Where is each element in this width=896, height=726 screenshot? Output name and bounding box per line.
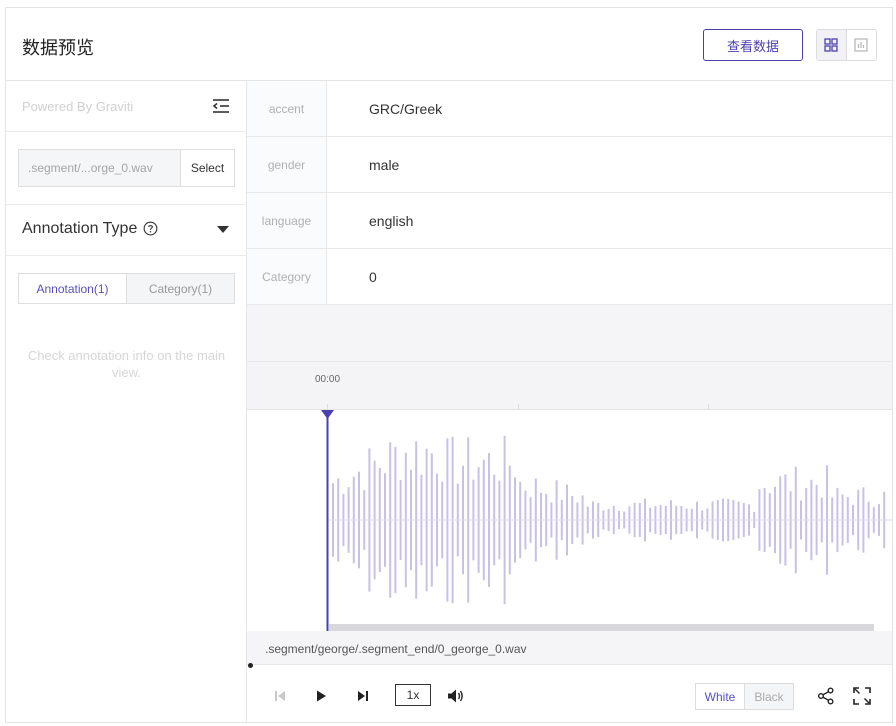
player-controls: 1x White Black bbox=[247, 671, 892, 722]
header: 数据预览 查看数据 bbox=[6, 8, 894, 81]
play-icon bbox=[317, 690, 326, 702]
file-selector-row: .segment/...orge_0.wav Select bbox=[6, 132, 246, 205]
metadata-row: language english bbox=[247, 193, 892, 249]
annotation-type-dropdown[interactable]: Annotation Type bbox=[6, 205, 246, 256]
metadata-key: gender bbox=[247, 137, 327, 192]
waveform-area[interactable] bbox=[247, 410, 892, 631]
skip-end-button[interactable] bbox=[353, 686, 373, 706]
progress-handle[interactable] bbox=[248, 663, 253, 668]
metadata-row: accent GRC/Greek bbox=[247, 81, 892, 137]
preview-panel: 数据预览 查看数据 Powered By Graviti .segment/..… bbox=[5, 7, 894, 723]
annotation-tabs: Annotation(1) Category(1) bbox=[18, 273, 235, 304]
chart-view-button[interactable] bbox=[847, 30, 876, 60]
page-title: 数据预览 bbox=[22, 38, 94, 59]
theme-white-button[interactable]: White bbox=[696, 684, 745, 709]
select-file-button[interactable]: Select bbox=[180, 149, 235, 187]
time-start-label: 00:00 bbox=[315, 374, 341, 385]
share-icon bbox=[818, 687, 834, 705]
sidebar: Powered By Graviti .segment/...orge_0.wa… bbox=[6, 81, 247, 722]
file-path-input[interactable]: .segment/...orge_0.wav bbox=[18, 149, 180, 187]
metadata-key: accent bbox=[247, 81, 327, 136]
share-button[interactable] bbox=[816, 686, 836, 706]
volume-button[interactable] bbox=[446, 686, 466, 706]
view-mode-toggle bbox=[816, 29, 877, 61]
timeline-ruler[interactable]: 00:00 bbox=[247, 362, 892, 410]
grid-view-icon bbox=[824, 38, 838, 52]
metadata-key: Category bbox=[247, 249, 327, 304]
caret-down-icon bbox=[217, 226, 229, 233]
annotation-type-label: Annotation Type bbox=[22, 220, 138, 237]
tab-category[interactable]: Category(1) bbox=[127, 274, 234, 303]
skip-end-icon bbox=[358, 691, 368, 701]
metadata-row: gender male bbox=[247, 137, 892, 193]
playback-speed[interactable]: 1x bbox=[395, 684, 431, 706]
volume-icon bbox=[448, 689, 463, 703]
help-icon[interactable] bbox=[143, 221, 158, 236]
playhead-marker bbox=[321, 410, 334, 419]
skip-start-icon bbox=[275, 691, 285, 701]
metadata-row: Category 0 bbox=[247, 249, 892, 305]
grid-view-button[interactable] bbox=[817, 30, 847, 60]
powered-row: Powered By Graviti bbox=[6, 81, 246, 132]
chart-view-icon bbox=[854, 38, 868, 52]
fullscreen-icon bbox=[853, 687, 871, 705]
view-data-button[interactable]: 查看数据 bbox=[703, 29, 803, 61]
main-view: accent GRC/Greek gender male language en… bbox=[247, 81, 892, 722]
skip-start-button[interactable] bbox=[270, 686, 290, 706]
waveform[interactable] bbox=[247, 410, 892, 631]
audio-filename: .segment/george/.segment_end/0_george_0.… bbox=[265, 642, 527, 656]
theme-toggle: White Black bbox=[695, 683, 794, 710]
collapse-sidebar-icon[interactable] bbox=[211, 96, 231, 116]
play-button[interactable] bbox=[311, 686, 331, 706]
metadata-key: language bbox=[247, 193, 327, 248]
spacer-band bbox=[247, 305, 892, 362]
annotation-hint: Check annotation info on the main view. bbox=[27, 348, 226, 380]
metadata-value: english bbox=[369, 213, 414, 229]
filename-bar: .segment/george/.segment_end/0_george_0.… bbox=[247, 631, 892, 665]
metadata-value: male bbox=[369, 157, 400, 173]
powered-by-label: Powered By Graviti bbox=[22, 99, 134, 114]
theme-black-button[interactable]: Black bbox=[745, 684, 793, 709]
fullscreen-button[interactable] bbox=[852, 686, 872, 706]
scroll-track bbox=[329, 624, 874, 631]
tab-annotation[interactable]: Annotation(1) bbox=[19, 274, 127, 303]
metadata-value: 0 bbox=[369, 269, 377, 285]
metadata-value: GRC/Greek bbox=[369, 101, 443, 117]
